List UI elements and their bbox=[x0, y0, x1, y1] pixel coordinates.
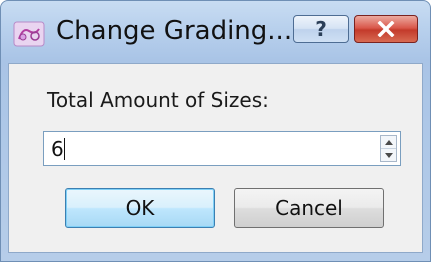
cancel-button[interactable]: Cancel bbox=[234, 188, 384, 228]
sizes-label: Total Amount of Sizes: bbox=[47, 88, 269, 112]
spin-buttons bbox=[380, 135, 397, 162]
dialog-content: Total Amount of Sizes: 6 OK Cancel bbox=[8, 63, 423, 253]
dialog-window: Change Grading... ? Total Amount of Size… bbox=[0, 0, 431, 262]
grading-app-icon bbox=[13, 21, 45, 47]
spin-up-button[interactable] bbox=[381, 136, 396, 149]
close-button[interactable] bbox=[354, 15, 418, 43]
arrow-up-icon bbox=[384, 139, 393, 145]
help-icon: ? bbox=[315, 16, 327, 41]
spin-down-button[interactable] bbox=[381, 149, 396, 161]
title-bar[interactable]: Change Grading... ? bbox=[1, 1, 430, 63]
arrow-down-icon bbox=[384, 152, 393, 158]
close-icon bbox=[377, 21, 395, 37]
window-title: Change Grading... bbox=[56, 16, 293, 46]
sizes-value[interactable]: 6 bbox=[51, 137, 64, 161]
help-button[interactable]: ? bbox=[293, 15, 349, 43]
text-caret bbox=[64, 138, 65, 160]
sizes-spinbox[interactable]: 6 bbox=[43, 131, 401, 166]
ok-button[interactable]: OK bbox=[65, 188, 215, 228]
